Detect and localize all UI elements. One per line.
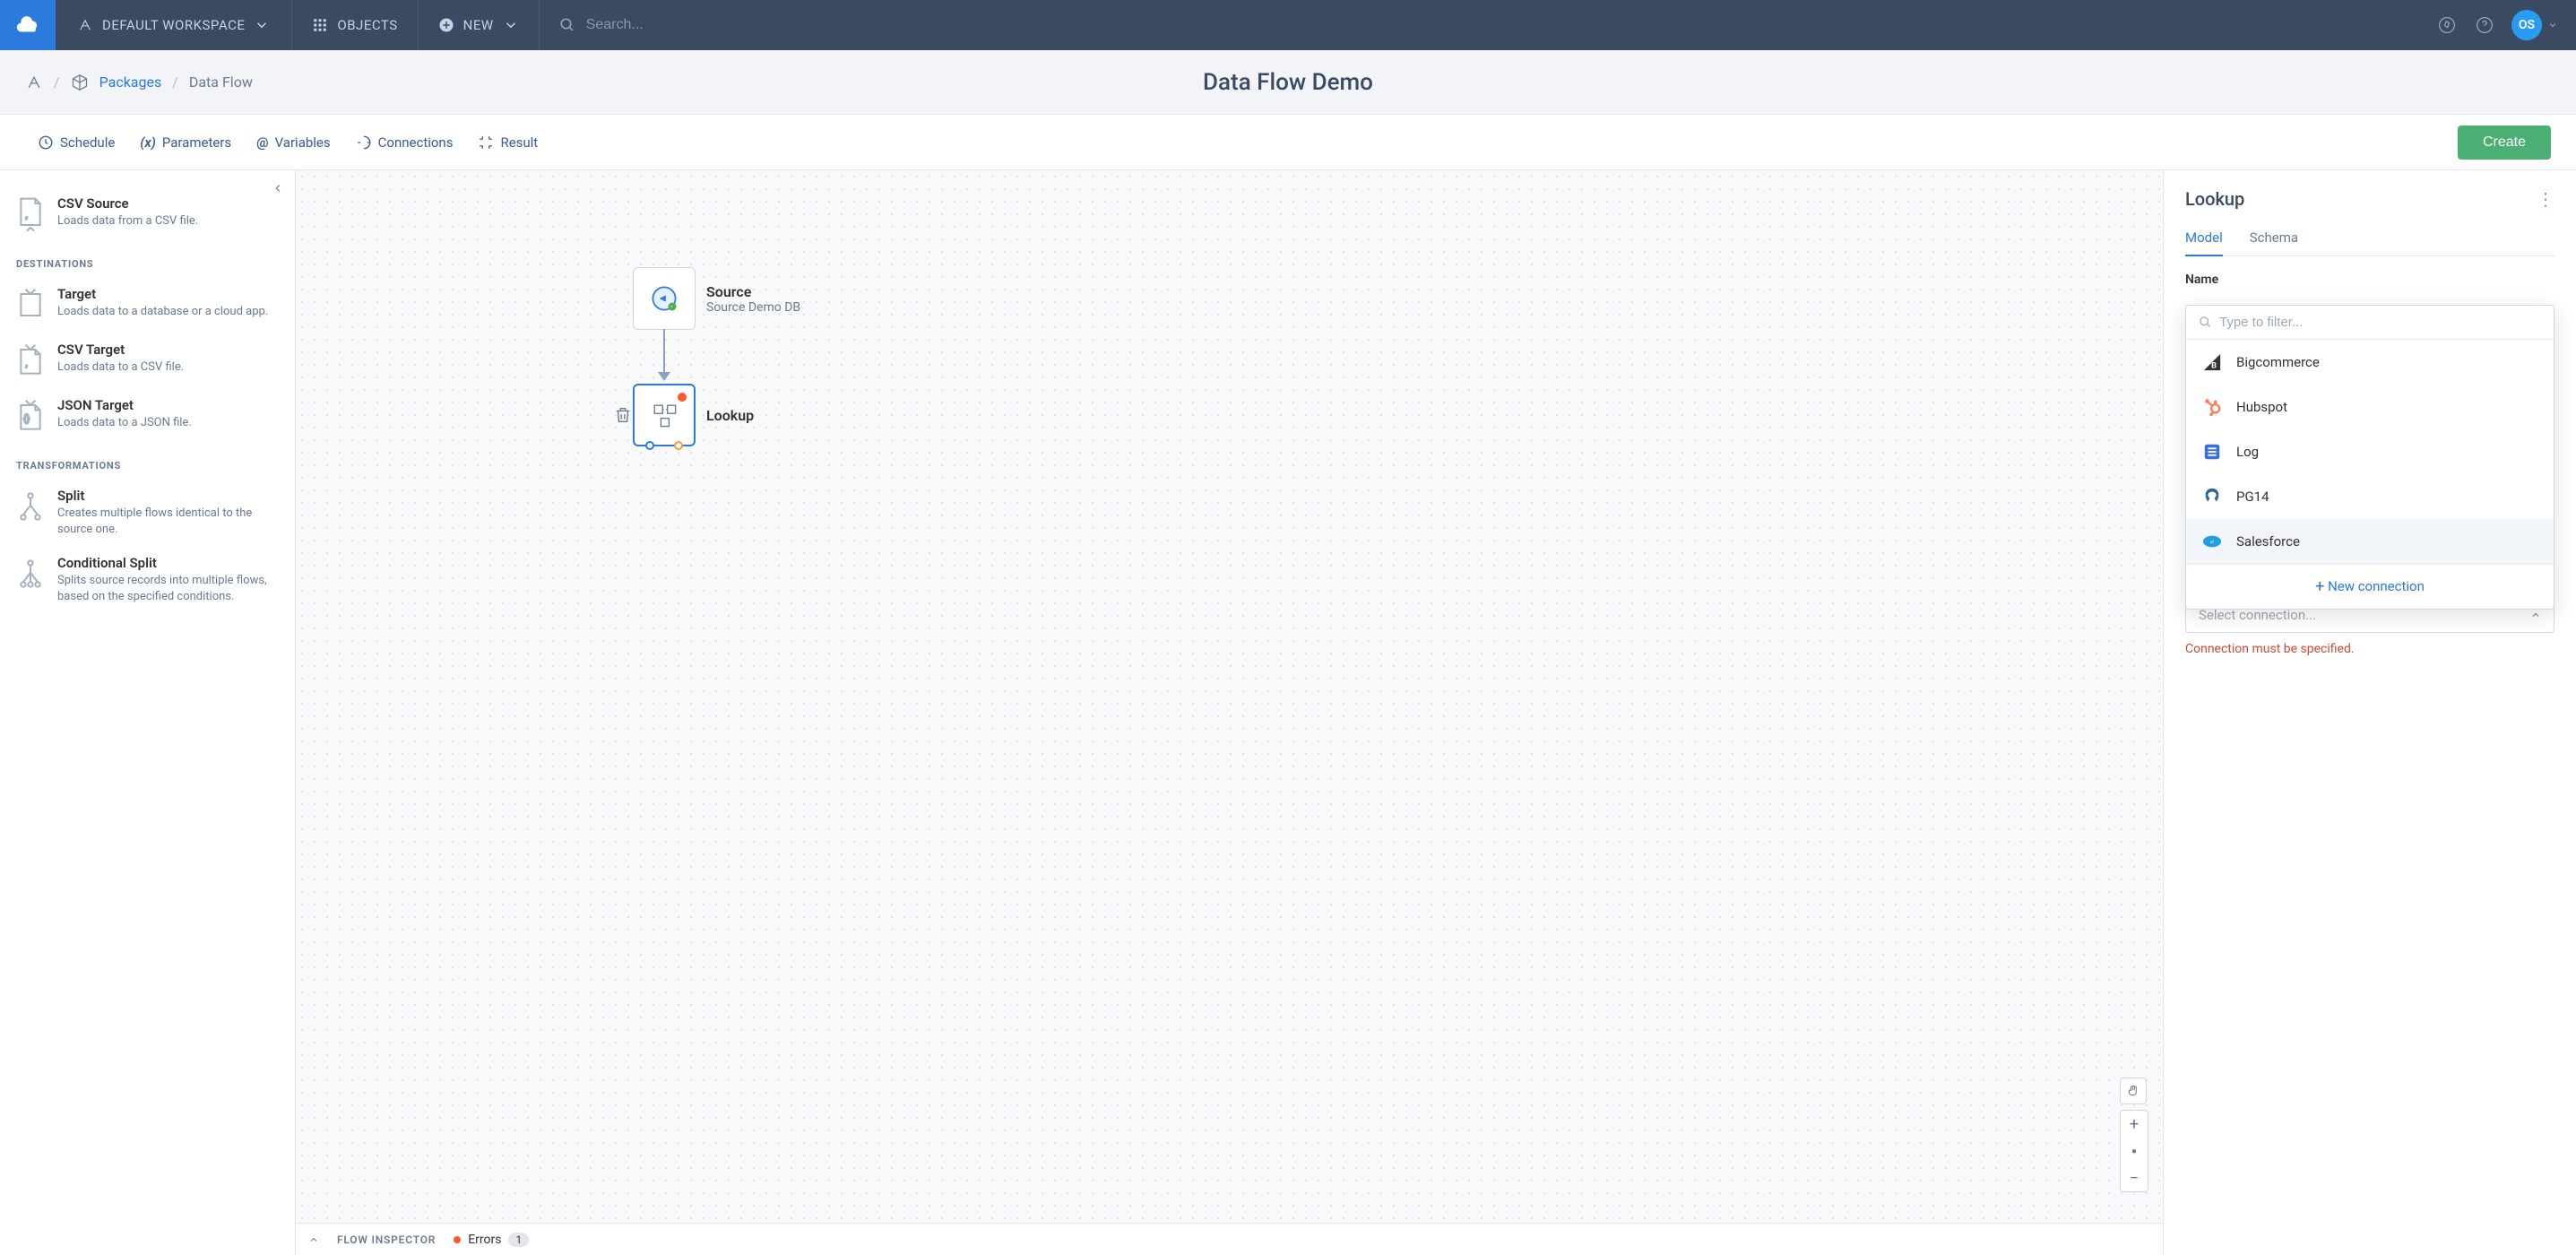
flow-canvas[interactable]: Source Source Demo DB Lookup + ● − — [296, 170, 2164, 1255]
parameters-link[interactable]: (x)Parameters — [127, 134, 244, 151]
variables-link[interactable]: @Variables — [244, 134, 342, 151]
split-icon — [16, 488, 45, 525]
new-button[interactable]: NEW — [419, 0, 539, 50]
grid-icon — [312, 17, 328, 33]
connection-filter-input[interactable] — [2219, 315, 2541, 330]
result-link[interactable]: Result — [465, 134, 550, 151]
connection-option-bigcommerce[interactable]: B Bigcommerce — [2186, 340, 2554, 385]
main: , CSV SourceLoads data from a CSV file. … — [0, 170, 2576, 1255]
objects-button[interactable]: OBJECTS — [292, 0, 417, 50]
arrow-icon — [658, 372, 670, 381]
tab-schema[interactable]: Schema — [2250, 229, 2298, 255]
create-button[interactable]: Create — [2458, 126, 2551, 160]
breadcrumb-bar: / Packages / Data Flow Data Flow Demo — [0, 50, 2576, 115]
svg-text:,: , — [26, 358, 28, 369]
breadcrumb-current: Data Flow — [189, 74, 253, 91]
tab-model[interactable]: Model — [2185, 229, 2223, 256]
node-lookup[interactable]: Lookup — [633, 384, 754, 446]
component-conditional-split[interactable]: Conditional SplitSplits source records i… — [0, 546, 295, 613]
user-menu[interactable]: OS — [2511, 10, 2558, 40]
errors-tab[interactable]: Errors1 — [454, 1233, 529, 1247]
file-icon: , — [16, 195, 45, 233]
file-icon: , — [16, 342, 45, 379]
panel-tabs: Model Schema — [2185, 229, 2554, 256]
properties-panel: Lookup ⋮ Model Schema Name B Bigcommerce… — [2164, 170, 2576, 1255]
file-icon: {} — [16, 397, 45, 435]
page-title: Data Flow Demo — [1203, 69, 1373, 96]
schedule-link[interactable]: Schedule — [25, 134, 127, 151]
help-icon[interactable] — [2474, 14, 2495, 36]
zoom-in-button[interactable]: + — [2121, 1111, 2148, 1138]
split-icon — [16, 555, 45, 593]
search-wrap — [540, 17, 2436, 33]
flow-inspector-bar[interactable]: FLOW INSPECTOR Errors1 — [296, 1223, 2163, 1255]
delete-node-button[interactable] — [613, 405, 633, 425]
pan-button[interactable] — [2120, 1078, 2147, 1104]
new-connection-button[interactable]: + New connection — [2186, 564, 2554, 609]
svg-text:{}: {} — [23, 413, 30, 425]
svg-text:,: , — [26, 209, 28, 221]
section-destinations: DESTINATIONS — [0, 242, 295, 277]
target-icon — [16, 286, 45, 324]
component-csv-source[interactable]: , CSV SourceLoads data from a CSV file. — [0, 186, 295, 242]
panel-title: Lookup — [2185, 188, 2244, 210]
port-out-right[interactable] — [674, 441, 683, 450]
chevron-down-icon — [503, 17, 519, 33]
node-source[interactable]: Source Source Demo DB — [633, 267, 800, 330]
action-bar: Schedule (x)Parameters @Variables Connec… — [0, 115, 2576, 170]
database-icon — [648, 282, 680, 315]
top-bar: DEFAULT WORKSPACE OBJECTS NEW OS — [0, 0, 2576, 50]
lookup-icon — [648, 399, 680, 431]
connection-option-salesforce[interactable]: sf Salesforce — [2186, 519, 2554, 564]
search-icon — [2199, 316, 2212, 329]
workspace-label: DEFAULT WORKSPACE — [102, 17, 245, 33]
component-sidebar: , CSV SourceLoads data from a CSV file. … — [0, 170, 296, 1255]
workspace-icon[interactable] — [25, 74, 43, 91]
connections-link[interactable]: Connections — [343, 134, 466, 151]
port-out-left[interactable] — [645, 441, 654, 450]
search-input[interactable] — [586, 17, 855, 33]
hubspot-icon — [2202, 397, 2222, 417]
error-indicator-icon — [678, 393, 687, 402]
connection-option-pg14[interactable]: PG14 — [2186, 474, 2554, 519]
section-transformations: TRANSFORMATIONS — [0, 444, 295, 479]
connection-option-log[interactable]: Log — [2186, 429, 2554, 474]
log-icon — [2202, 442, 2222, 462]
postgres-icon — [2202, 487, 2222, 506]
plus-circle-icon — [438, 17, 454, 33]
svg-text:B: B — [2211, 361, 2217, 370]
breadcrumb-packages[interactable]: Packages — [99, 74, 162, 91]
chevron-up-icon — [2530, 610, 2541, 620]
connection-error: Connection must be specified. — [2185, 642, 2554, 656]
avatar: OS — [2511, 10, 2542, 40]
canvas-controls: + ● − — [2120, 1078, 2148, 1192]
component-target[interactable]: TargetLoads data to a database or a clou… — [0, 277, 295, 333]
connection-dropdown: B Bigcommerce Hubspot Log PG14 sf Salesf… — [2185, 305, 2554, 610]
component-json-target[interactable]: {} JSON TargetLoads data to a JSON file. — [0, 388, 295, 444]
connection-option-hubspot[interactable]: Hubspot — [2186, 385, 2554, 429]
package-icon — [71, 74, 89, 91]
compass-icon[interactable] — [2436, 14, 2458, 36]
chevron-up-icon — [308, 1234, 319, 1245]
inspector-label: FLOW INSPECTOR — [337, 1233, 436, 1246]
component-split[interactable]: SplitCreates multiple flows identical to… — [0, 479, 295, 546]
chevron-down-icon — [254, 17, 270, 33]
panel-menu-icon[interactable]: ⋮ — [2537, 188, 2554, 210]
app-logo[interactable] — [0, 0, 56, 50]
zoom-out-button[interactable]: − — [2121, 1164, 2148, 1191]
salesforce-icon: sf — [2202, 532, 2222, 551]
connector — [663, 329, 665, 374]
bigcommerce-icon: B — [2202, 352, 2222, 372]
zoom-reset-button[interactable]: ● — [2121, 1138, 2148, 1164]
chevron-down-icon — [2547, 20, 2558, 30]
component-csv-target[interactable]: , CSV TargetLoads data to a CSV file. — [0, 333, 295, 388]
search-icon — [559, 17, 575, 33]
breadcrumb: / Packages / Data Flow — [0, 74, 253, 91]
sidebar-collapse[interactable] — [272, 181, 284, 198]
workspace-selector[interactable]: DEFAULT WORKSPACE — [56, 0, 291, 50]
name-label: Name — [2185, 273, 2554, 287]
